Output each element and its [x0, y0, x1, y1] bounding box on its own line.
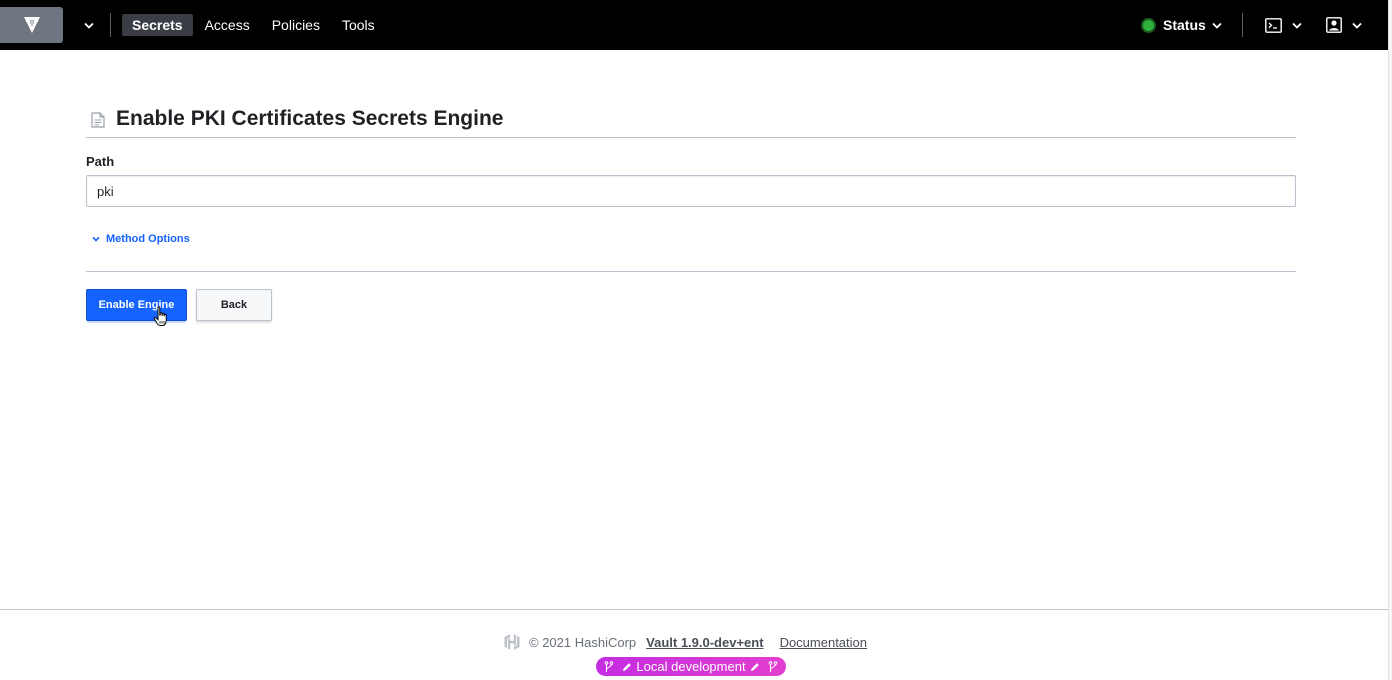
environment-badge: Local development	[596, 657, 786, 676]
main-nav: Secrets Access Policies Tools	[122, 14, 387, 36]
scrollbar-track[interactable]	[1388, 0, 1392, 680]
page-title: Enable PKI Certificates Secrets Engine	[116, 107, 504, 130]
document-icon	[91, 112, 105, 128]
footer-row: © 2021 HashiCorp Vault 1.9.0-dev+ent Doc…	[503, 633, 867, 651]
method-options-label: Method Options	[106, 233, 190, 245]
path-label: Path	[86, 154, 115, 169]
nav-divider	[110, 13, 111, 37]
copyright-text: © 2021 HashiCorp	[529, 634, 637, 650]
chevron-down-icon	[1212, 22, 1222, 29]
terminal-icon	[1265, 17, 1282, 33]
path-input[interactable]	[86, 175, 1296, 207]
status-label: Status	[1163, 17, 1206, 33]
top-navigation-bar: Secrets Access Policies Tools Status	[0, 0, 1388, 50]
status-dropdown-toggle[interactable]: Status	[1143, 14, 1222, 36]
branch-icon	[605, 660, 614, 672]
page-header: Enable PKI Certificates Secrets Engine	[86, 105, 1296, 138]
chevron-down-icon	[92, 236, 100, 242]
console-dropdown-toggle[interactable]	[1265, 15, 1302, 35]
back-button[interactable]: Back	[196, 289, 272, 321]
documentation-link[interactable]: Documentation	[780, 635, 867, 650]
pencil-icon	[750, 662, 759, 671]
chevron-down-icon	[1292, 22, 1302, 29]
chevron-down-icon	[84, 22, 94, 29]
user-menu-toggle[interactable]	[1326, 15, 1362, 35]
form-divider	[86, 271, 1296, 272]
pencil-icon	[623, 662, 632, 671]
environment-badge-label: Local development	[636, 659, 746, 674]
vault-home-link[interactable]	[0, 7, 63, 43]
nav-item-tools[interactable]: Tools	[332, 14, 385, 36]
topbar-divider	[1242, 13, 1243, 37]
user-icon	[1326, 17, 1342, 33]
nav-item-secrets[interactable]: Secrets	[122, 14, 193, 36]
hashicorp-logo-icon	[504, 634, 520, 650]
nav-item-access[interactable]: Access	[195, 14, 260, 36]
nav-item-policies[interactable]: Policies	[262, 14, 330, 36]
version-link[interactable]: Vault 1.9.0-dev+ent	[646, 635, 763, 650]
footer: © 2021 HashiCorp Vault 1.9.0-dev+ent Doc…	[0, 609, 1388, 680]
branch-icon	[768, 660, 777, 672]
method-options-toggle[interactable]: Method Options	[92, 233, 190, 245]
chevron-down-icon	[1352, 22, 1362, 29]
enable-engine-button[interactable]: Enable Engine	[86, 289, 187, 321]
vault-logo-icon	[23, 17, 40, 33]
namespace-dropdown-toggle[interactable]	[79, 15, 99, 35]
status-indicator-icon	[1143, 19, 1154, 31]
